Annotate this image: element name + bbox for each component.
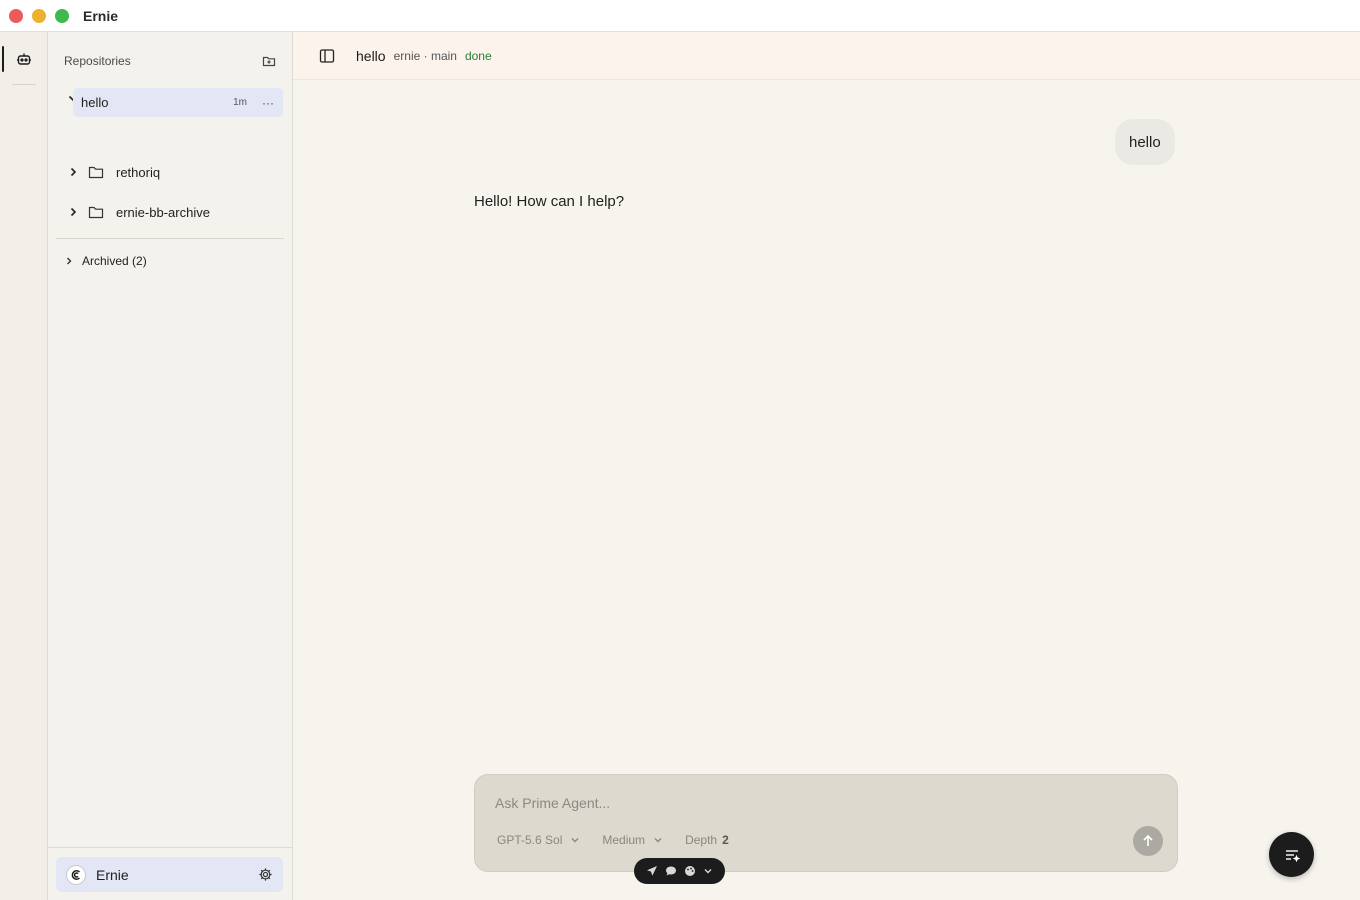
avatar (66, 864, 86, 885)
title-bar: Ernie (0, 0, 1360, 32)
repo-row-rethoriq[interactable]: rethoriq (64, 159, 278, 185)
user-profile[interactable]: Ernie (56, 857, 283, 892)
folder-icon (88, 205, 108, 219)
chevron-down-icon[interactable] (703, 866, 713, 876)
folder-icon (88, 165, 108, 179)
chevron-right-icon[interactable] (64, 206, 82, 218)
gear-icon[interactable] (256, 866, 274, 884)
sidebar-header: Repositories (64, 52, 278, 70)
model-label: GPT-5.6 Sol (497, 833, 563, 847)
chevron-right-icon[interactable] (64, 166, 82, 178)
user-name: Ernie (96, 866, 129, 883)
assistant-message: Hello! How can I help? (474, 193, 625, 210)
mode-switcher[interactable] (634, 858, 725, 884)
chevron-right-icon (64, 256, 74, 266)
user-message: hello (1115, 119, 1175, 165)
repo-name: ernie-bb-archive (116, 204, 210, 220)
thread-time: 1m (233, 97, 247, 108)
sidebar-footer-divider (48, 847, 292, 848)
activity-rail (0, 32, 48, 900)
send-icon[interactable] (646, 865, 658, 877)
status-badge: done (464, 48, 492, 63)
thread-name: hello (81, 95, 109, 110)
thread-title: hello (356, 47, 386, 64)
arrow-up-icon (1143, 834, 1153, 846)
effort-label: Medium (602, 833, 646, 847)
prompt-input[interactable] (495, 793, 1135, 813)
sidebar-divider (56, 238, 284, 239)
archived-toggle[interactable]: Archived (2) (64, 251, 147, 271)
add-folder-icon[interactable] (260, 52, 278, 70)
bot-icon[interactable] (14, 49, 34, 69)
more-options-icon[interactable]: ··· (259, 96, 277, 110)
repo-name: rethoriq (116, 164, 161, 180)
depth-value: 2 (722, 833, 729, 847)
sidebar-title: Repositories (64, 54, 131, 68)
archived-label: Archived (2) (82, 254, 147, 268)
window-controls (9, 8, 69, 23)
list-sparkle-icon (1285, 849, 1300, 862)
close-window-button[interactable] (9, 8, 23, 23)
task-list-button[interactable] (1269, 832, 1314, 877)
thread-header: hello ernie · main done (293, 32, 1360, 80)
sidebar-toggle-icon[interactable] (318, 47, 336, 65)
composer: GPT-5.6 Sol Medium Depth 2 (474, 774, 1178, 872)
composer-controls: GPT-5.6 Sol Medium Depth 2 (497, 833, 729, 847)
app-title: Ernie (83, 7, 119, 24)
chevron-down-icon (571, 838, 579, 843)
send-button[interactable] (1133, 826, 1163, 856)
thread-item-hello[interactable]: hello 1m ··· (73, 88, 283, 117)
repo-row-ernie-bb-archive[interactable]: ernie-bb-archive (64, 199, 278, 225)
chat-bubble-icon[interactable] (665, 865, 677, 877)
rail-divider (12, 84, 36, 85)
depth-control[interactable]: Depth 2 (685, 833, 729, 847)
maximize-window-button[interactable] (55, 8, 69, 23)
minimize-window-button[interactable] (32, 8, 46, 23)
depth-label: Depth (685, 833, 718, 847)
effort-select[interactable]: Medium (602, 833, 663, 847)
chevron-down-icon (654, 838, 662, 843)
rail-active-indicator (2, 46, 4, 72)
thread-meta: ernie · main (393, 48, 457, 63)
model-select[interactable]: GPT-5.6 Sol (497, 833, 580, 847)
main-panel: hello ernie · main done hello Hello! How… (293, 32, 1360, 900)
palette-icon[interactable] (684, 865, 696, 877)
